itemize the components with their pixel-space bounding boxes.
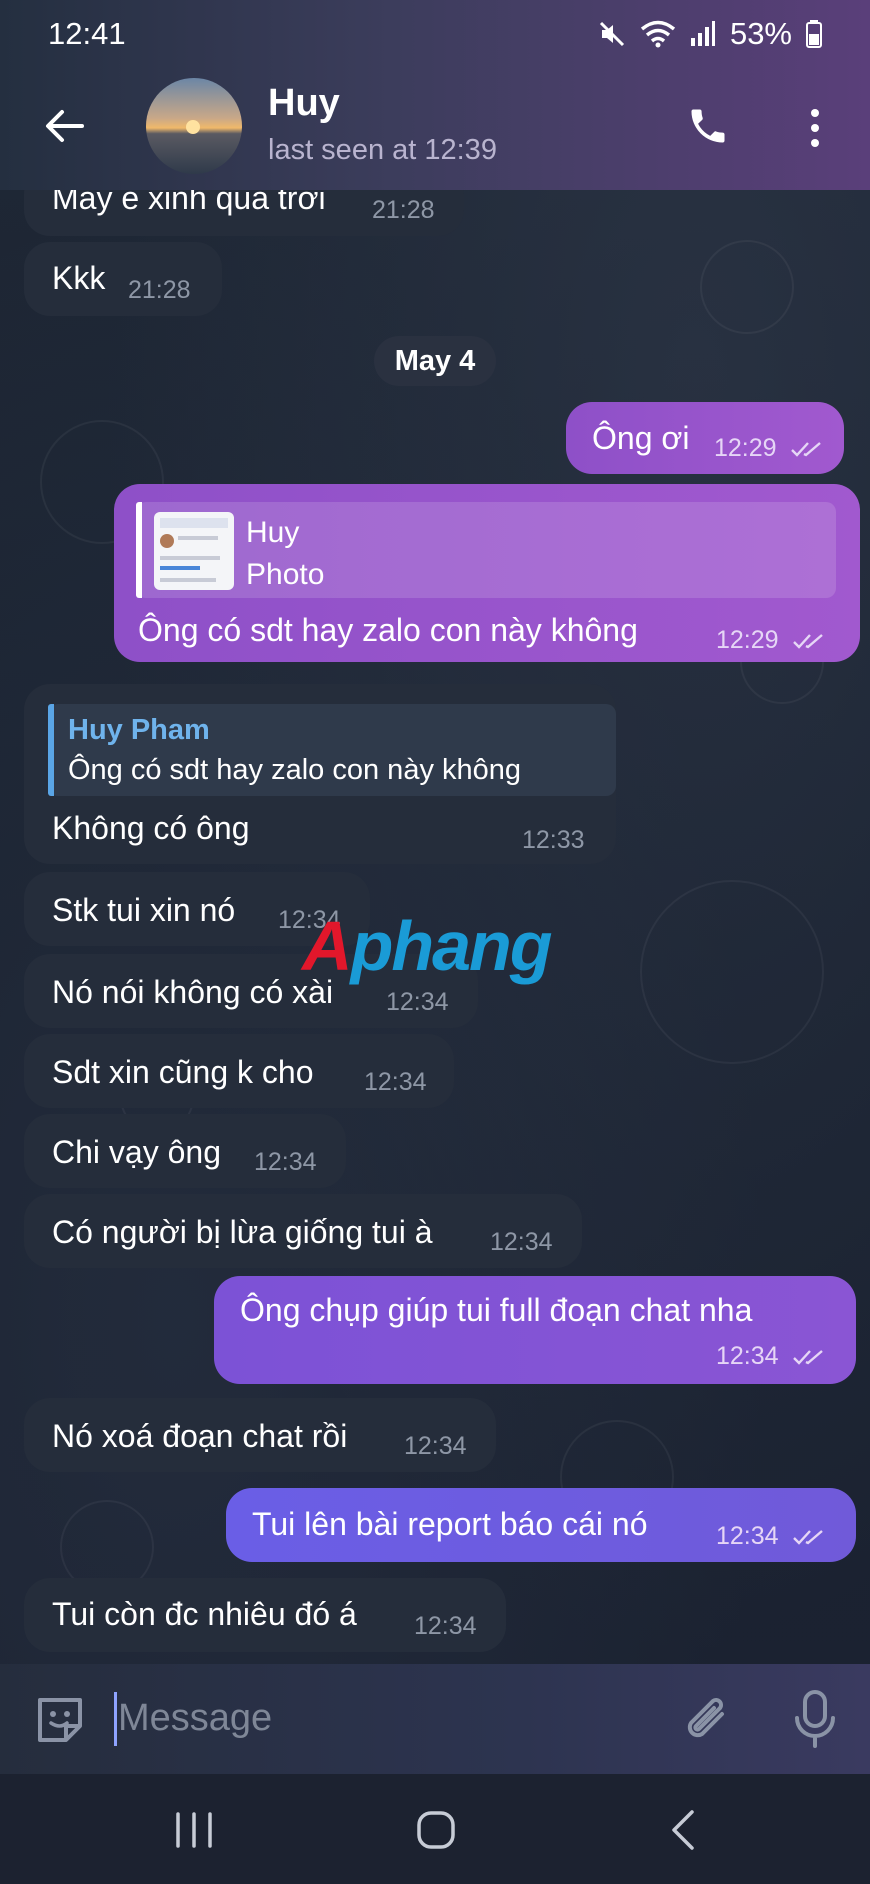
message-bubble[interactable]: Kkk 21:28 bbox=[24, 242, 222, 316]
message-bubble[interactable]: Ông ơi 12:29 bbox=[566, 402, 844, 474]
message-bubble[interactable]: Chi vạy ông 12:34 bbox=[24, 1114, 346, 1188]
message-text: Không có ông bbox=[52, 810, 250, 846]
message-time: 12:34 bbox=[386, 988, 449, 1016]
message-time: 12:34 bbox=[404, 1432, 467, 1460]
signal-icon bbox=[690, 21, 715, 46]
message-time: 21:28 bbox=[372, 196, 435, 224]
message-bubble[interactable]: Nó xoá đoạn chat rồi 12:34 bbox=[24, 1398, 496, 1472]
message-text: Ông chụp giúp tui full đoạn chat nha bbox=[240, 1292, 753, 1328]
message-text: Sdt xin cũng k cho bbox=[52, 1054, 314, 1090]
message-bubble[interactable]: Huy Pham Ông có sdt hay zalo con này khô… bbox=[24, 684, 616, 864]
message-composer bbox=[0, 1664, 870, 1774]
message-bubble[interactable]: Tui lên bài report báo cái nó 12:34 bbox=[226, 1488, 856, 1562]
message-time: 12:34 bbox=[490, 1228, 553, 1256]
reply-snippet: Photo bbox=[246, 558, 325, 591]
message-input[interactable] bbox=[118, 1688, 638, 1748]
message-text: Kkk bbox=[52, 260, 106, 296]
message-time: 12:34 bbox=[716, 1522, 826, 1551]
reply-snippet: Ông có sdt hay zalo con này không bbox=[68, 754, 522, 786]
avatar[interactable] bbox=[146, 78, 242, 174]
message-text: Stk tui xin nó bbox=[52, 892, 236, 928]
message-bubble[interactable]: Tui còn đc nhiêu đó á 12:34 bbox=[24, 1578, 506, 1652]
paperclip-icon bbox=[687, 1698, 724, 1738]
sticker-icon bbox=[38, 1698, 82, 1742]
message-bubble[interactable]: Huy Photo Ông có sdt hay zalo con này kh… bbox=[114, 484, 860, 662]
message-time: 12:33 bbox=[522, 826, 585, 854]
contact-name[interactable]: Huy bbox=[268, 82, 340, 125]
message-time: 12:34 bbox=[364, 1068, 427, 1096]
message-text: Nó xoá đoạn chat rồi bbox=[52, 1418, 348, 1454]
message-time: 12:34 bbox=[254, 1148, 317, 1176]
back-button[interactable] bbox=[36, 98, 92, 154]
call-button[interactable] bbox=[680, 96, 736, 156]
mic-icon bbox=[795, 1690, 835, 1748]
text-cursor bbox=[114, 1692, 117, 1746]
message-text: Chi vạy ông bbox=[52, 1134, 221, 1170]
recent-apps-button[interactable] bbox=[172, 1812, 216, 1848]
status-time: 12:41 bbox=[48, 16, 126, 51]
phone-icon bbox=[691, 109, 725, 143]
read-ticks-icon bbox=[792, 1530, 823, 1546]
more-vert-icon bbox=[811, 109, 819, 117]
reply-preview[interactable]: Huy Photo bbox=[136, 502, 836, 598]
reply-preview[interactable]: Huy Pham Ông có sdt hay zalo con này khô… bbox=[48, 704, 616, 796]
more-options-button[interactable] bbox=[800, 100, 830, 156]
watermark-logo: Aphang bbox=[302, 907, 553, 985]
message-time: 12:34 bbox=[716, 1342, 826, 1371]
nav-back-icon bbox=[672, 1810, 694, 1850]
read-ticks-icon bbox=[790, 442, 821, 458]
message-bubble[interactable]: Có người bị lừa giống tui à 12:34 bbox=[24, 1194, 582, 1268]
wifi-icon bbox=[640, 20, 676, 48]
message-time: 12:29 bbox=[714, 434, 824, 463]
battery-icon bbox=[806, 20, 822, 48]
attach-button[interactable] bbox=[678, 1688, 738, 1752]
message-time: 12:34 bbox=[414, 1612, 477, 1640]
message-text: Ông ơi bbox=[592, 420, 690, 456]
reply-author: Huy bbox=[246, 516, 300, 549]
date-separator: May 4 bbox=[374, 336, 496, 386]
read-ticks-icon bbox=[792, 1350, 823, 1366]
status-indicators: 53% bbox=[598, 16, 822, 52]
message-bubble[interactable]: Ông chụp giúp tui full đoạn chat nha 12:… bbox=[214, 1276, 856, 1384]
last-seen-status: last seen at 12:39 bbox=[268, 134, 497, 166]
message-text: Tui còn đc nhiêu đó á bbox=[52, 1596, 357, 1632]
message-bubble[interactable]: Sdt xin cũng k cho 12:34 bbox=[24, 1034, 454, 1108]
read-ticks-icon bbox=[792, 634, 823, 650]
message-text: Có người bị lừa giống tui à bbox=[52, 1214, 433, 1250]
photo-thumbnail bbox=[154, 512, 234, 590]
back-arrow-icon bbox=[46, 110, 84, 142]
nav-back-button[interactable] bbox=[664, 1808, 704, 1852]
voice-button[interactable] bbox=[786, 1686, 844, 1752]
message-time: 21:28 bbox=[128, 276, 191, 304]
message-text: Tui lên bài report báo cái nó bbox=[252, 1506, 648, 1542]
recent-apps-icon bbox=[176, 1812, 212, 1848]
system-nav-bar bbox=[0, 1774, 870, 1884]
message-text: Ông có sdt hay zalo con này không bbox=[138, 612, 638, 648]
message-text: Nó nói không có xài bbox=[52, 974, 334, 1010]
battery-percent: 53% bbox=[729, 16, 792, 51]
home-icon bbox=[417, 1811, 455, 1849]
message-time: 12:29 bbox=[716, 626, 826, 655]
sticker-button[interactable] bbox=[30, 1690, 90, 1750]
chat-header: 12:41 53% Huy last seen at 12:39 bbox=[0, 0, 870, 190]
reply-author: Huy Pham bbox=[68, 714, 210, 746]
mute-icon bbox=[599, 21, 625, 47]
home-button[interactable] bbox=[414, 1808, 458, 1852]
